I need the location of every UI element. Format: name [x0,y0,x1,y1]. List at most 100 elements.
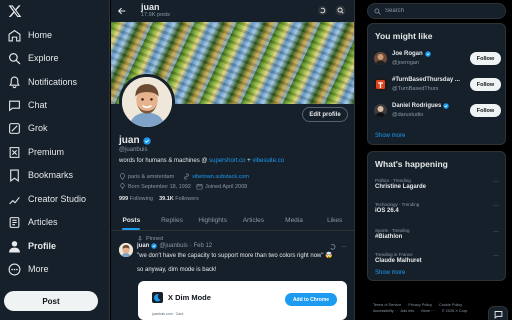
suggestion-name: Joe Rogan [392,51,431,57]
followers-link[interactable]: 39.1K Followers [159,196,199,202]
show-more-link[interactable]: Show more [375,270,405,276]
nav-home[interactable]: Home [8,25,52,45]
profile-joined: Joined April 2008 [205,183,248,190]
tweet-header: juan @juanbuis · Feb 12 [137,243,212,249]
nav-articles[interactable]: Articles [8,212,58,232]
nav-explore[interactable]: Explore [8,48,59,68]
x-dim-logo-icon [152,292,163,303]
follow-stats: 999 Following 39.1K Followers [119,196,199,202]
follow-button[interactable]: Follow [470,78,501,91]
profile-meta-row-1: paris & amsterdam vibetown.substack.com [119,173,249,180]
search-input[interactable] [385,8,495,14]
follow-button[interactable]: Follow [470,104,501,117]
footer-link[interactable]: Privacy Policy [408,303,432,307]
tweet-text-line-1: "we don't have the capacity to support m… [137,253,333,259]
suggestion-handle: @joerogan [392,60,419,66]
suggestion-item[interactable]: Daniel Rodrigues @darustudio Follow [374,102,502,122]
nav-more[interactable]: More [8,259,49,279]
tweet-more-icon[interactable]: ··· [341,244,347,250]
trend-category: Trending in France [375,252,413,257]
nav-label: Chat [28,100,48,110]
nav-label: Explore [28,53,59,63]
footer-link[interactable]: Accessibility [373,309,394,313]
person-icon [9,240,20,252]
tweet-avatar[interactable] [119,243,133,257]
profile-topbar: juan 17.9K posts [111,0,354,22]
location-icon [120,173,125,180]
card-domain: juanbuis.com · Card [152,312,184,316]
left-nav: Home Explore Notifications Chat Grok Pre… [0,0,110,320]
trend-more-icon[interactable]: ··· [493,179,499,185]
trend-more-icon[interactable]: ··· [493,253,499,259]
trend-category: Sports · Trending [375,228,410,233]
bio-link-vibesuite[interactable]: vibesuite.co [252,158,284,164]
nav-creator-studio[interactable]: Creator Studio [8,189,86,209]
tweet-date[interactable]: · Feb 12 [190,243,212,249]
tab-media[interactable]: Media [274,211,315,230]
show-more-link[interactable]: Show more [375,133,405,139]
trend-category: Technology · Trending [375,202,420,207]
trend-item[interactable]: Technology · Trending iOS 26.4 [375,202,501,214]
creator-icon [9,196,20,204]
tweet-author[interactable]: juan [137,243,149,249]
footer-link[interactable]: Cookie Policy [439,303,462,307]
back-arrow-icon[interactable] [117,6,127,16]
grok-explain-icon[interactable] [329,243,336,250]
nav-grok[interactable]: Grok [8,118,48,138]
profile-column: juan 17.9K posts Edit profile juan @juan… [111,0,355,320]
you-might-like-panel: You might like Joe Rogan @joerogan Follo… [367,23,506,145]
tweet-link-card[interactable]: X Dim Mode Add to Chrome juanbuis.com · … [138,281,347,320]
nav-notifications[interactable]: Notifications [8,72,77,92]
tab-posts[interactable]: Posts [111,211,152,230]
tweet-handle[interactable]: @juanbuis [159,243,187,249]
footer-link[interactable]: Terms of Service [373,303,401,307]
nav-label: Articles [28,217,58,227]
bio-link-supershort[interactable]: supershort.co [209,158,245,164]
x-premium-icon [9,146,20,158]
nav-chat[interactable]: Chat [8,95,47,115]
messages-drawer[interactable] [488,306,508,320]
follow-button[interactable]: Follow [470,52,501,65]
trend-more-icon[interactable]: ··· [493,229,499,235]
profile-tabs: Posts Replies Highlights Articles Media … [111,211,354,231]
tab-replies[interactable]: Replies [152,211,193,230]
footer-link[interactable]: More ··· [421,309,435,313]
panel-title: What's happening [375,159,448,169]
search-box[interactable] [367,3,506,19]
tab-highlights[interactable]: Highlights [192,211,233,230]
nav-premium[interactable]: Premium [8,142,64,162]
suggestion-item[interactable]: Joe Rogan @joerogan Follow [374,50,502,70]
grok-icon [9,122,20,134]
suggestion-handle: @TurnBasedThurs [392,86,439,92]
footer-link[interactable]: Ads info [401,309,415,313]
verified-badge-icon[interactable] [142,136,151,145]
verified-badge-icon [424,51,431,57]
x-logo-icon[interactable] [8,4,22,18]
header-posts-count: 17.9K posts [141,12,171,18]
following-link[interactable]: 999 Following [119,196,153,202]
suggestion-name: #TurnBasedThursday ... [392,77,460,83]
add-to-chrome-button[interactable]: Add to Chrome [285,293,337,306]
nav-bookmarks[interactable]: Bookmarks [8,165,73,185]
grok-analyze-icon[interactable] [317,5,328,16]
profile-website[interactable]: vibetown.substack.com [192,174,249,180]
suggestion-handle: @darustudio [392,112,424,118]
trend-more-icon[interactable]: ··· [493,203,499,209]
trend-item[interactable]: Trending in France Claude Malhuret [375,252,501,264]
nav-profile[interactable]: Profile [8,236,56,256]
nav-label: Home [28,30,53,40]
search-profile-icon[interactable] [335,5,346,16]
profile-avatar[interactable] [119,74,175,130]
tab-likes[interactable]: Likes [314,211,354,230]
trend-item[interactable]: Sports · Trending #Biathlon [375,228,501,240]
profile-bio: words for humans & machines @ supershort… [119,158,284,164]
link-icon [184,173,190,180]
trend-item[interactable]: Politics · Trending Christine Lagarde [375,178,501,190]
nav-label: Creator Studio [28,194,87,204]
suggestion-item[interactable]: #TurnBasedThursday ... @TurnBasedThurs F… [374,76,502,96]
profile-born: Born September 18, 1992 [128,183,191,190]
post-button[interactable]: Post [4,291,98,311]
edit-profile-button[interactable]: Edit profile [302,107,348,122]
pinned-label: Pinned [146,236,164,242]
tab-articles[interactable]: Articles [233,211,274,230]
